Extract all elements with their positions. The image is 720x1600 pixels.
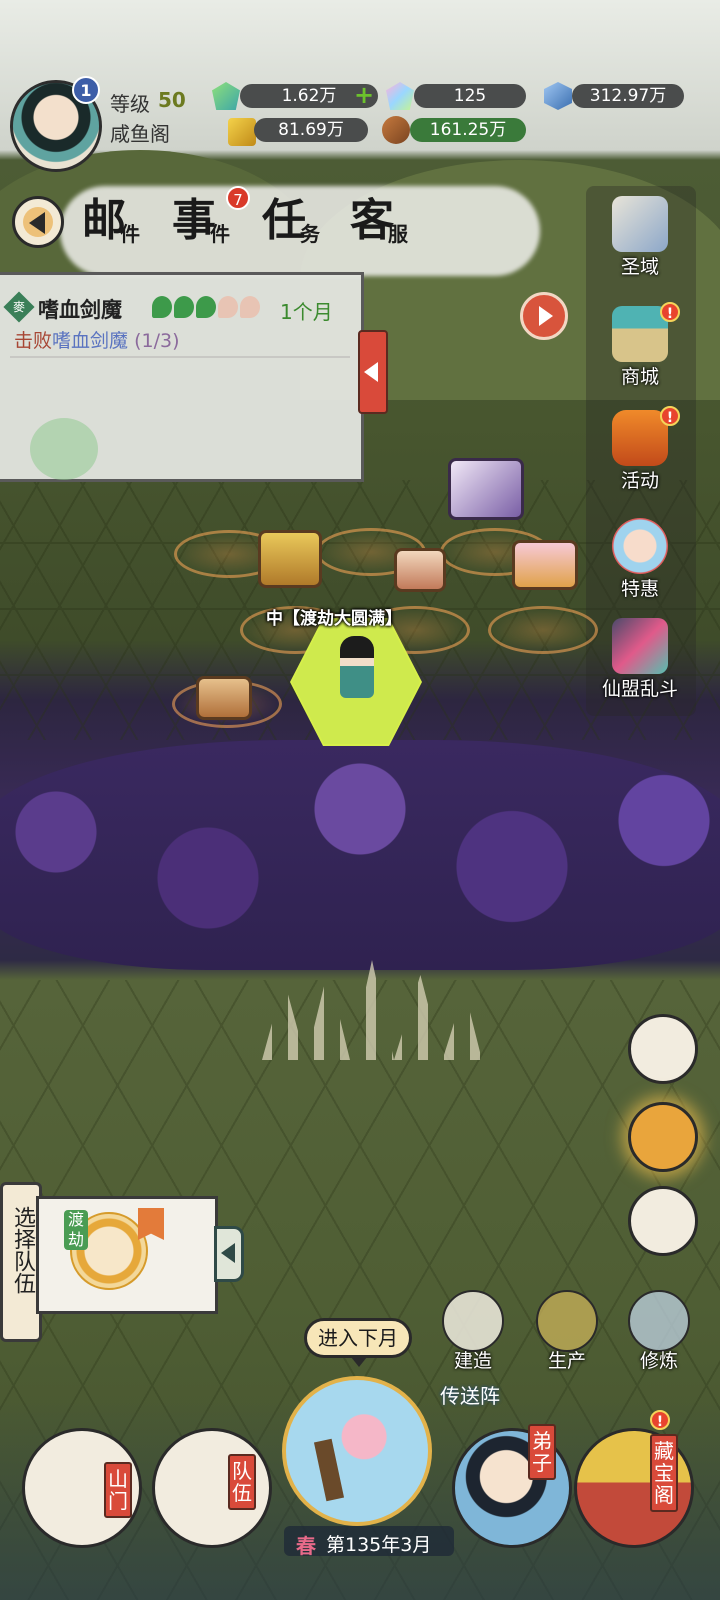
expand-arrow-button[interactable] xyxy=(520,292,568,340)
blue-crystal-value: 312.97万 xyxy=(572,84,684,108)
shop-alert-icon: ! xyxy=(660,302,680,322)
tab-tasks-main: 任 xyxy=(262,195,306,246)
tab-service-main: 客 xyxy=(350,195,394,246)
tab-mail[interactable]: 邮件 xyxy=(82,184,162,254)
build-button[interactable]: 建造 xyxy=(438,1290,508,1380)
level-label: 等级 xyxy=(110,92,150,116)
season-label: 春 xyxy=(296,1534,316,1558)
menu-alliance-battle-label: 仙盟乱斗 xyxy=(601,678,678,700)
collapse-quest-button[interactable] xyxy=(358,330,388,414)
difficulty-swirl-icon xyxy=(196,296,216,318)
meditating-figure-icon xyxy=(628,1290,690,1352)
add-spirit-stone-button[interactable]: + xyxy=(354,83,376,107)
butterfly-net-button[interactable] xyxy=(628,1014,698,1084)
tab-tasks[interactable]: 任务 xyxy=(262,184,342,254)
gold-icon xyxy=(228,118,256,146)
treasure-chest[interactable] xyxy=(196,676,252,720)
menu-activity-label: 活动 xyxy=(620,470,659,492)
wechat-icon[interactable] xyxy=(30,418,98,480)
tab-mail-main: 邮 xyxy=(82,195,126,246)
cultivate-button[interactable]: 修炼 xyxy=(624,1290,694,1380)
wood-icon xyxy=(382,116,410,144)
quest-description: 击败嗜血剑魔 (1/3) xyxy=(14,326,179,353)
treasure-chest[interactable] xyxy=(394,548,446,592)
player-character[interactable] xyxy=(340,636,374,698)
wood-value: 161.25万 xyxy=(410,118,526,142)
quest-title: 嗜血剑魔 xyxy=(38,298,122,322)
player-prefix: 中 xyxy=(266,609,283,629)
season-dial-button[interactable] xyxy=(282,1376,432,1526)
collapse-team-button[interactable] xyxy=(214,1226,244,1282)
rank-badge: 1 xyxy=(72,76,100,104)
tab-service-sub: 服 xyxy=(388,222,408,246)
menu-shop-label: 商城 xyxy=(620,366,659,388)
date-label: 第135年3月 xyxy=(326,1534,432,1556)
player-title: 【渡劫大圆满】 xyxy=(283,609,402,629)
offer-character-icon xyxy=(612,518,668,574)
sect-name: 咸鱼阁 xyxy=(110,122,170,146)
gold-value: 81.69万 xyxy=(254,118,368,142)
tab-service[interactable]: 客服 xyxy=(350,184,430,254)
difficulty-swirl-empty-icon xyxy=(218,296,238,318)
monster-bones-object[interactable] xyxy=(448,458,524,520)
events-badge: 7 xyxy=(226,186,250,210)
difficulty-swirl-icon xyxy=(174,296,194,318)
tab-events-sub: 件 xyxy=(210,222,230,246)
scroll-icon xyxy=(612,196,668,252)
produce-button[interactable]: 生产 xyxy=(532,1290,602,1380)
menu-holy-domain-label: 圣域 xyxy=(620,256,659,278)
build-label: 建造 xyxy=(453,1350,492,1372)
quest-divider xyxy=(10,356,350,358)
rainbow-stone-value: 125 xyxy=(414,84,526,108)
select-team-label: 选择队伍 xyxy=(10,1206,35,1294)
cultivate-label: 修炼 xyxy=(639,1350,678,1372)
collapse-tabs-button[interactable] xyxy=(12,196,64,248)
tab-mail-sub: 件 xyxy=(120,222,140,246)
team-character-tag: 渡劫 xyxy=(64,1210,88,1250)
quest-desc-count: (1/3) xyxy=(134,330,180,352)
quest-tag-text: 麥 xyxy=(12,300,25,314)
nav-disciples-label: 弟子 xyxy=(528,1424,556,1480)
level-value: 50 xyxy=(158,88,186,112)
purple-flower-swamp xyxy=(0,740,720,970)
activity-alert-icon: ! xyxy=(660,406,680,426)
gift-hand-button[interactable] xyxy=(628,1102,698,1172)
crossed-swords-icon xyxy=(612,618,668,674)
nav-team-label: 队伍 xyxy=(228,1454,256,1510)
quest-desc-target: 嗜血剑魔 xyxy=(52,330,129,352)
menu-activity[interactable]: ! 活动 xyxy=(590,404,690,504)
tab-events-main: 事 xyxy=(172,195,216,246)
player-title-label: 中【渡劫大圆满】 xyxy=(266,604,402,629)
event-tile-glow xyxy=(488,606,598,654)
menu-holy-domain[interactable]: 圣域 xyxy=(590,190,690,290)
menu-alliance-battle[interactable]: 仙盟乱斗 xyxy=(590,612,690,712)
nav-treasure-pavilion-label: 藏宝阁 xyxy=(650,1434,678,1512)
quest-desc-prefix: 击败 xyxy=(14,330,53,352)
treasure-chest[interactable] xyxy=(512,540,578,590)
menu-shop[interactable]: ! 商城 xyxy=(590,300,690,400)
menu-special-offer[interactable]: 特惠 xyxy=(590,512,690,612)
quest-time: 1个月 xyxy=(280,300,333,324)
difficulty-swirl-empty-icon xyxy=(240,296,260,318)
treasure-chest[interactable] xyxy=(258,530,322,588)
tab-tasks-sub: 务 xyxy=(300,222,320,246)
treasure-alert-icon: ! xyxy=(650,1410,670,1430)
menu-special-offer-label: 特惠 xyxy=(620,578,659,600)
chat-bubble-button[interactable] xyxy=(628,1186,698,1256)
enter-next-month-button[interactable]: 进入下月 xyxy=(304,1318,412,1367)
produce-label: 生产 xyxy=(547,1350,586,1372)
nav-mountain-gate-label: 山门 xyxy=(104,1462,132,1518)
wheat-icon xyxy=(536,1290,598,1352)
difficulty-swirl-icon xyxy=(152,296,172,318)
hammer-icon xyxy=(442,1290,504,1352)
